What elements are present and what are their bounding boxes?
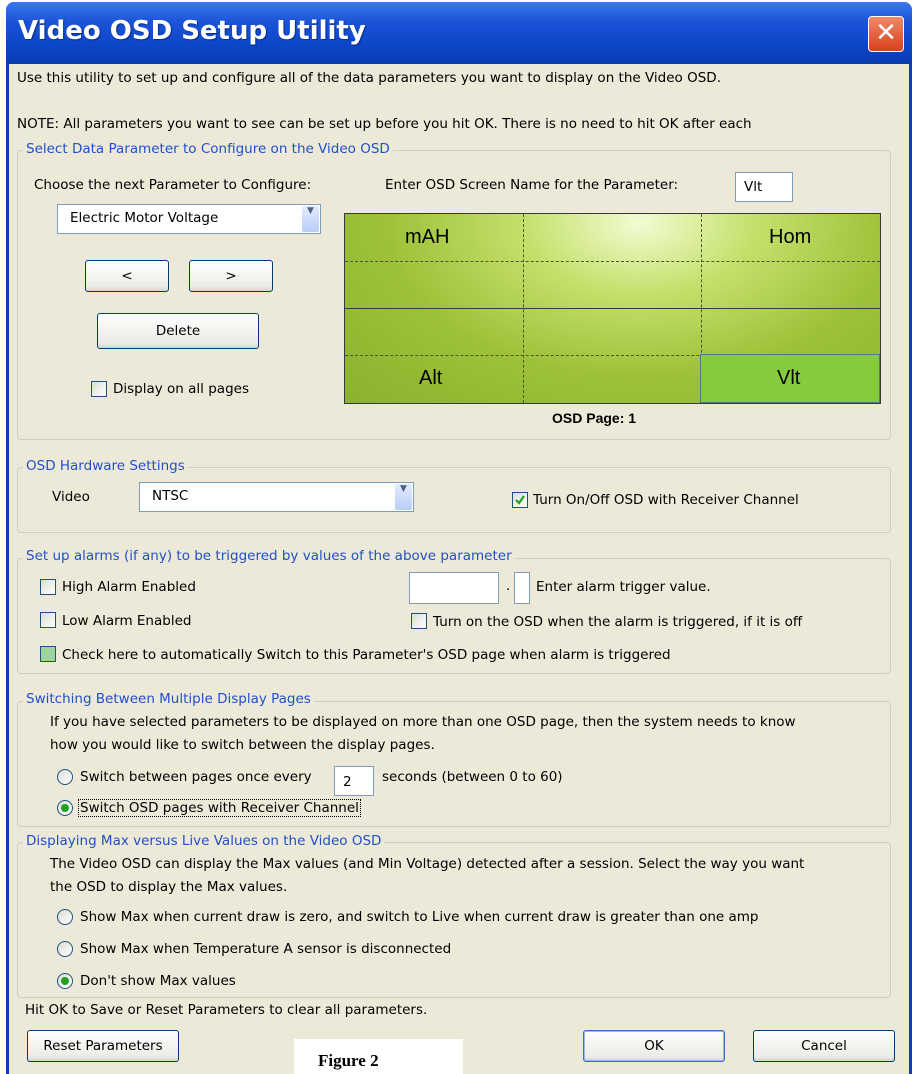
high-alarm-label: High Alarm Enabled <box>62 579 196 595</box>
max-live-option-1-label: Show Max when current draw is zero, and … <box>80 909 759 925</box>
reset-parameters-button[interactable]: Reset Parameters <box>27 1030 179 1062</box>
switch-seconds-suffix: seconds (between 0 to 60) <box>382 769 563 785</box>
osd-preview[interactable]: mAH Hom Alt Vlt <box>344 213 881 404</box>
figure-caption-box: Figure 2 <box>294 1039 463 1074</box>
figure-caption: Figure 2 <box>318 1051 379 1070</box>
video-standard-value: NTSC <box>152 488 189 504</box>
chevron-down-icon[interactable]: ▼ <box>395 484 412 510</box>
ok-button[interactable]: OK <box>583 1030 725 1062</box>
dialog-window: Video OSD Setup Utility ✕ Use this utili… <box>6 2 912 1074</box>
osd-page-divider <box>345 308 880 309</box>
screen-name-label: Enter OSD Screen Name for the Parameter: <box>385 177 679 193</box>
page-switching-desc-1: If you have selected parameters to be di… <box>50 714 796 730</box>
turn-on-osd-checkbox[interactable] <box>411 613 427 629</box>
cancel-button[interactable]: Cancel <box>753 1030 895 1062</box>
switch-timed-radio[interactable] <box>57 769 73 785</box>
low-alarm-label: Low Alarm Enabled <box>62 613 192 629</box>
video-label: Video <box>52 489 90 505</box>
auto-switch-page-label: Check here to automatically Switch to th… <box>62 647 671 663</box>
close-icon: ✕ <box>875 18 897 48</box>
choose-parameter-label: Choose the next Parameter to Configure: <box>34 177 312 193</box>
video-standard-select[interactable]: NTSC ▼ <box>139 482 414 512</box>
next-parameter-button[interactable]: > <box>189 260 273 292</box>
intro-text-2: NOTE: All parameters you want to see can… <box>17 116 752 132</box>
hardware-settings-legend: OSD Hardware Settings <box>23 458 188 474</box>
page-switching-desc-2: how you would like to switch between the… <box>50 737 435 753</box>
auto-switch-page-checkbox[interactable] <box>40 646 56 662</box>
select-parameter-legend: Select Data Parameter to Configure on th… <box>23 141 393 157</box>
max-live-legend: Displaying Max versus Live Values on the… <box>23 833 385 849</box>
switch-timed-label: Switch between pages once every <box>80 769 312 785</box>
parameter-select-value: Electric Motor Voltage <box>70 210 219 226</box>
previous-parameter-button[interactable]: < <box>85 260 169 292</box>
alarm-trigger-decimal-input[interactable] <box>514 572 530 604</box>
alarm-trigger-label: Enter alarm trigger value. <box>536 579 711 595</box>
page-switching-legend: Switching Between Multiple Display Pages <box>23 691 314 707</box>
osd-grid-line <box>345 261 880 262</box>
alarm-trigger-integer-input[interactable] <box>409 572 499 604</box>
footer-hint: Hit OK to Save or Reset Parameters to cl… <box>25 1002 428 1018</box>
max-live-option-3-label: Don't show Max values <box>80 973 236 989</box>
delete-button[interactable]: Delete <box>97 313 259 349</box>
title-bar[interactable]: Video OSD Setup Utility ✕ <box>6 2 912 64</box>
osd-page-label: OSD Page: 1 <box>552 410 637 426</box>
alarm-settings-legend: Set up alarms (if any) to be triggered b… <box>23 548 515 564</box>
close-button[interactable]: ✕ <box>868 16 904 52</box>
max-live-option-2-radio[interactable] <box>57 941 73 957</box>
switch-seconds-value: 2 <box>343 774 352 790</box>
osd-cell-bottom-left: Alt <box>419 367 443 389</box>
max-live-desc-1: The Video OSD can display the Max values… <box>50 856 805 872</box>
switch-seconds-input[interactable]: 2 <box>334 766 374 796</box>
turn-on-osd-label: Turn on the OSD when the alarm is trigge… <box>433 614 803 630</box>
low-alarm-checkbox[interactable] <box>40 612 56 628</box>
intro-text-1: Use this utility to set up and configure… <box>17 70 721 86</box>
receiver-channel-label: Turn On/Off OSD with Receiver Channel <box>533 492 799 508</box>
osd-cell-bottom-right: Vlt <box>777 367 801 389</box>
max-live-option-1-radio[interactable] <box>57 909 73 925</box>
max-live-option-3-radio[interactable] <box>57 973 73 989</box>
high-alarm-checkbox[interactable] <box>40 579 56 595</box>
dialog-title: Video OSD Setup Utility <box>18 16 366 46</box>
display-all-pages-checkbox[interactable] <box>91 381 107 397</box>
alarm-trigger-decimal-separator: . <box>506 578 511 594</box>
display-all-pages-label: Display on all pages <box>113 381 249 397</box>
chevron-down-icon[interactable]: ▼ <box>302 206 319 232</box>
switch-receiver-radio[interactable] <box>57 800 73 816</box>
check-icon <box>515 495 525 505</box>
max-live-option-2-label: Show Max when Temperature A sensor is di… <box>80 941 452 957</box>
osd-cell-top-left: mAH <box>405 226 450 248</box>
dialog-client-area: Use this utility to set up and configure… <box>9 64 909 1074</box>
screen-name-input[interactable]: Vlt <box>735 172 793 202</box>
max-live-desc-2: the OSD to display the Max values. <box>50 879 288 895</box>
switch-receiver-label: Switch OSD pages with Receiver Channel <box>78 799 361 817</box>
receiver-channel-checkbox[interactable] <box>512 492 528 508</box>
parameter-select[interactable]: Electric Motor Voltage ▼ <box>57 204 321 234</box>
osd-cell-top-right: Hom <box>769 226 812 248</box>
screen-name-value: Vlt <box>744 179 763 195</box>
